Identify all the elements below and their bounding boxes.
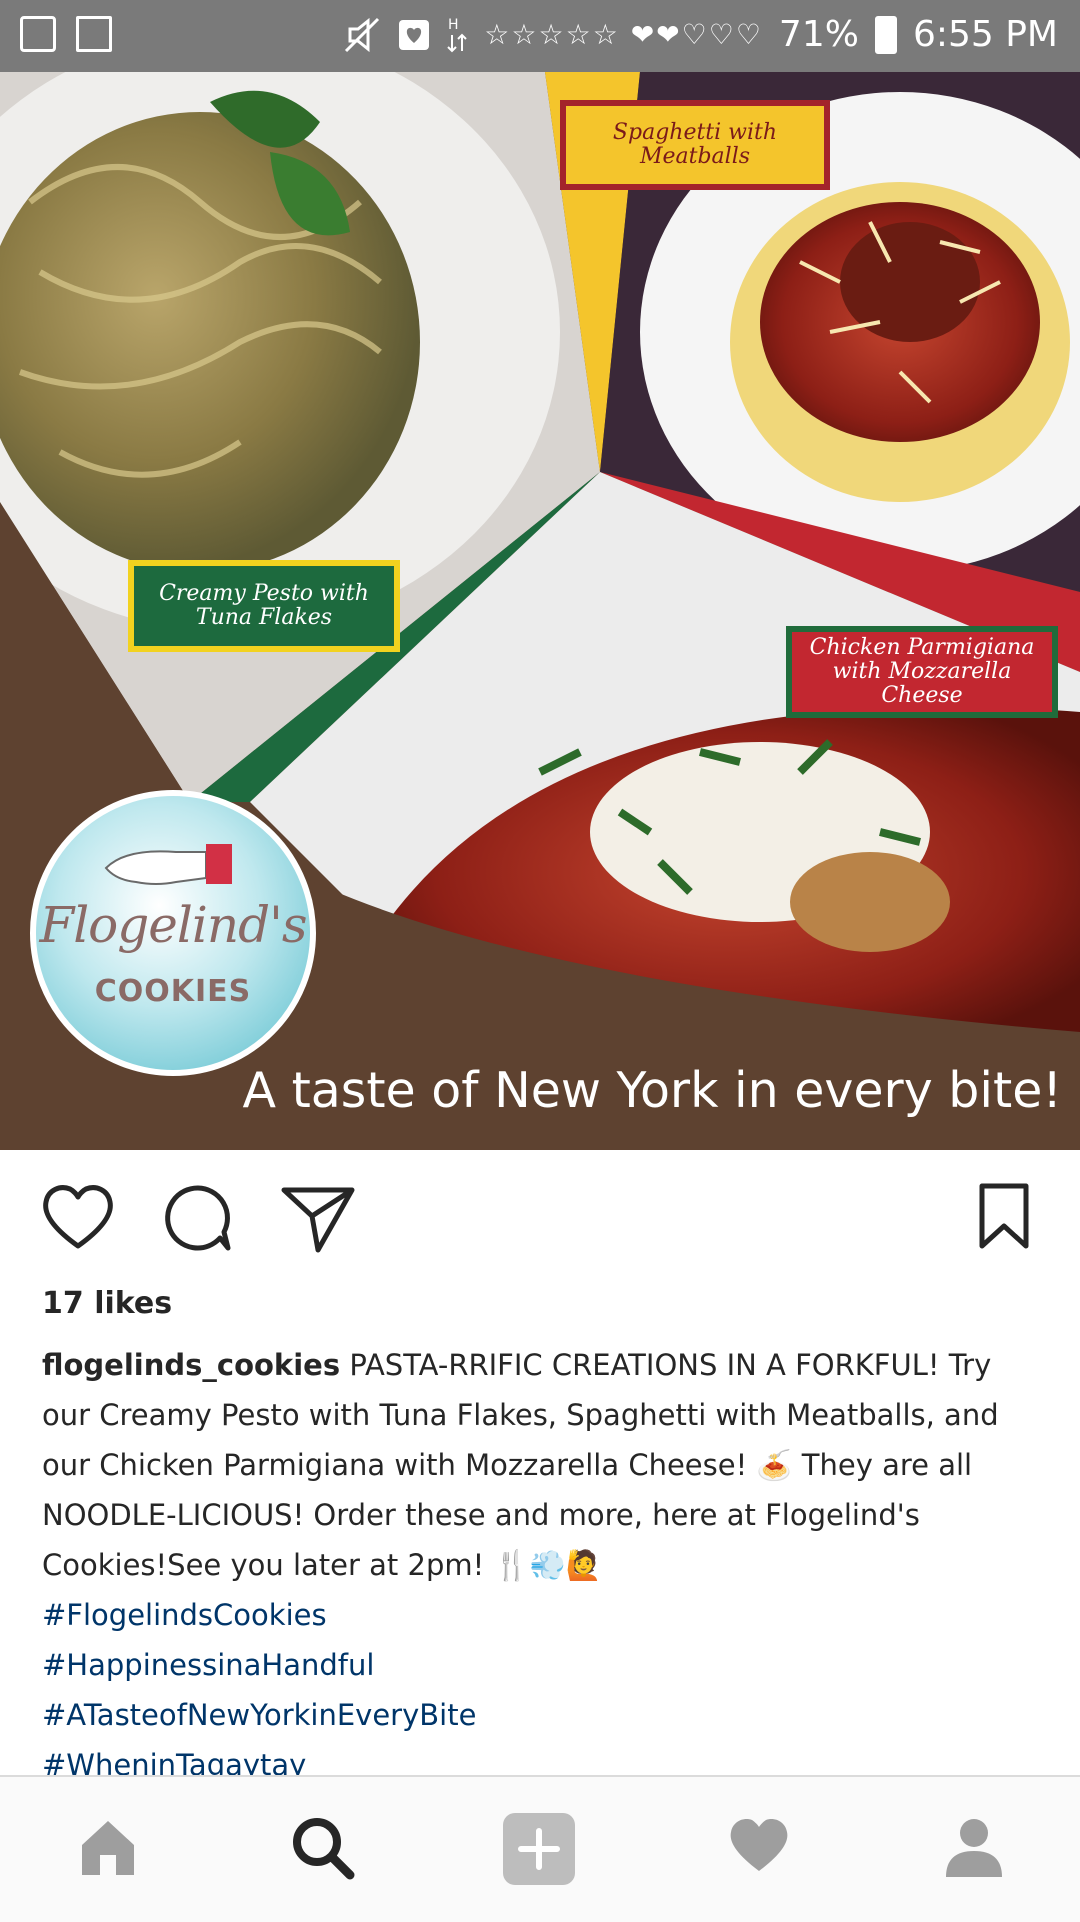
heart-icon: [43, 1185, 113, 1249]
hand-icon: [104, 844, 232, 885]
post-image[interactable]: Spaghetti with Meatballs Creamy Pesto wi…: [0, 72, 1080, 1150]
nav-activity[interactable]: [727, 1815, 791, 1875]
add-post-icon: [503, 1813, 575, 1885]
bookmark-button[interactable]: [978, 1182, 1030, 1252]
label-creamy-pesto: Creamy Pesto with Tuna Flakes: [128, 560, 400, 652]
comment-button[interactable]: [162, 1182, 234, 1254]
bookmark-icon: [979, 1183, 1029, 1249]
activity-heart-icon: [730, 1819, 788, 1871]
likes-count[interactable]: 17 likes: [42, 1286, 172, 1321]
like-button[interactable]: [40, 1182, 116, 1252]
hashtag-link[interactable]: #FlogelindsCookies: [42, 1590, 476, 1640]
status-right-icons: H ☆☆☆☆☆ ❤❤♡♡♡ 71% 6:55 PM: [342, 14, 1058, 55]
search-icon: [293, 1818, 355, 1880]
status-bar: H ☆☆☆☆☆ ❤❤♡♡♡ 71% 6:55 PM: [0, 0, 1080, 72]
nav-search[interactable]: [290, 1815, 356, 1881]
clock: 6:55 PM: [912, 14, 1058, 55]
hashtag-list: #FlogelindsCookies #HappinessinaHandful …: [42, 1590, 476, 1790]
post-actions: [0, 1150, 1080, 1290]
nav-home[interactable]: [76, 1815, 140, 1879]
post-caption: flogelinds_cookies PASTA-RRIFIC CREATION…: [42, 1340, 1042, 1590]
network-h-icon: H: [447, 17, 467, 52]
caption-text: PASTA-RRIFIC CREATIONS IN A FORKFUL! Try…: [42, 1348, 999, 1582]
logo-script-text: Flogelind's: [39, 896, 308, 954]
status-left-icons: [20, 16, 112, 52]
share-icon: [281, 1187, 355, 1253]
gallery-icon: [20, 16, 56, 52]
mute-icon: [345, 17, 380, 52]
share-button[interactable]: [280, 1182, 356, 1254]
label-spaghetti-meatballs: Spaghetti with Meatballs: [560, 100, 830, 190]
notification-glyphs: ☆☆☆☆☆ ❤❤♡♡♡: [484, 18, 763, 51]
nav-add-post[interactable]: [503, 1813, 575, 1885]
logo-cookies-text: COOKIES: [94, 974, 252, 1009]
profile-icon: [946, 1819, 1002, 1877]
label-chicken-parmigiana: Chicken Parmigiana with Mozzarella Chees…: [786, 626, 1058, 718]
heart-notification-icon: [399, 19, 430, 50]
recycle-icon: [76, 16, 112, 52]
battery-percent: 71%: [778, 14, 859, 55]
svg-text:H: H: [448, 17, 459, 33]
home-icon: [82, 1821, 134, 1875]
bottom-navigation: [0, 1775, 1080, 1922]
brand-logo: Flogelind's COOKIES: [30, 790, 316, 1076]
hashtag-link[interactable]: #HappinessinaHandful: [42, 1640, 476, 1690]
hashtag-link[interactable]: #ATasteofNewYorkinEveryBite: [42, 1690, 476, 1740]
image-tagline: A taste of New York in every bite!: [242, 1062, 1062, 1119]
caption-username[interactable]: flogelinds_cookies: [42, 1348, 340, 1382]
comment-icon: [165, 1185, 231, 1251]
nav-profile[interactable]: [942, 1815, 1006, 1879]
battery-icon: [874, 15, 897, 54]
